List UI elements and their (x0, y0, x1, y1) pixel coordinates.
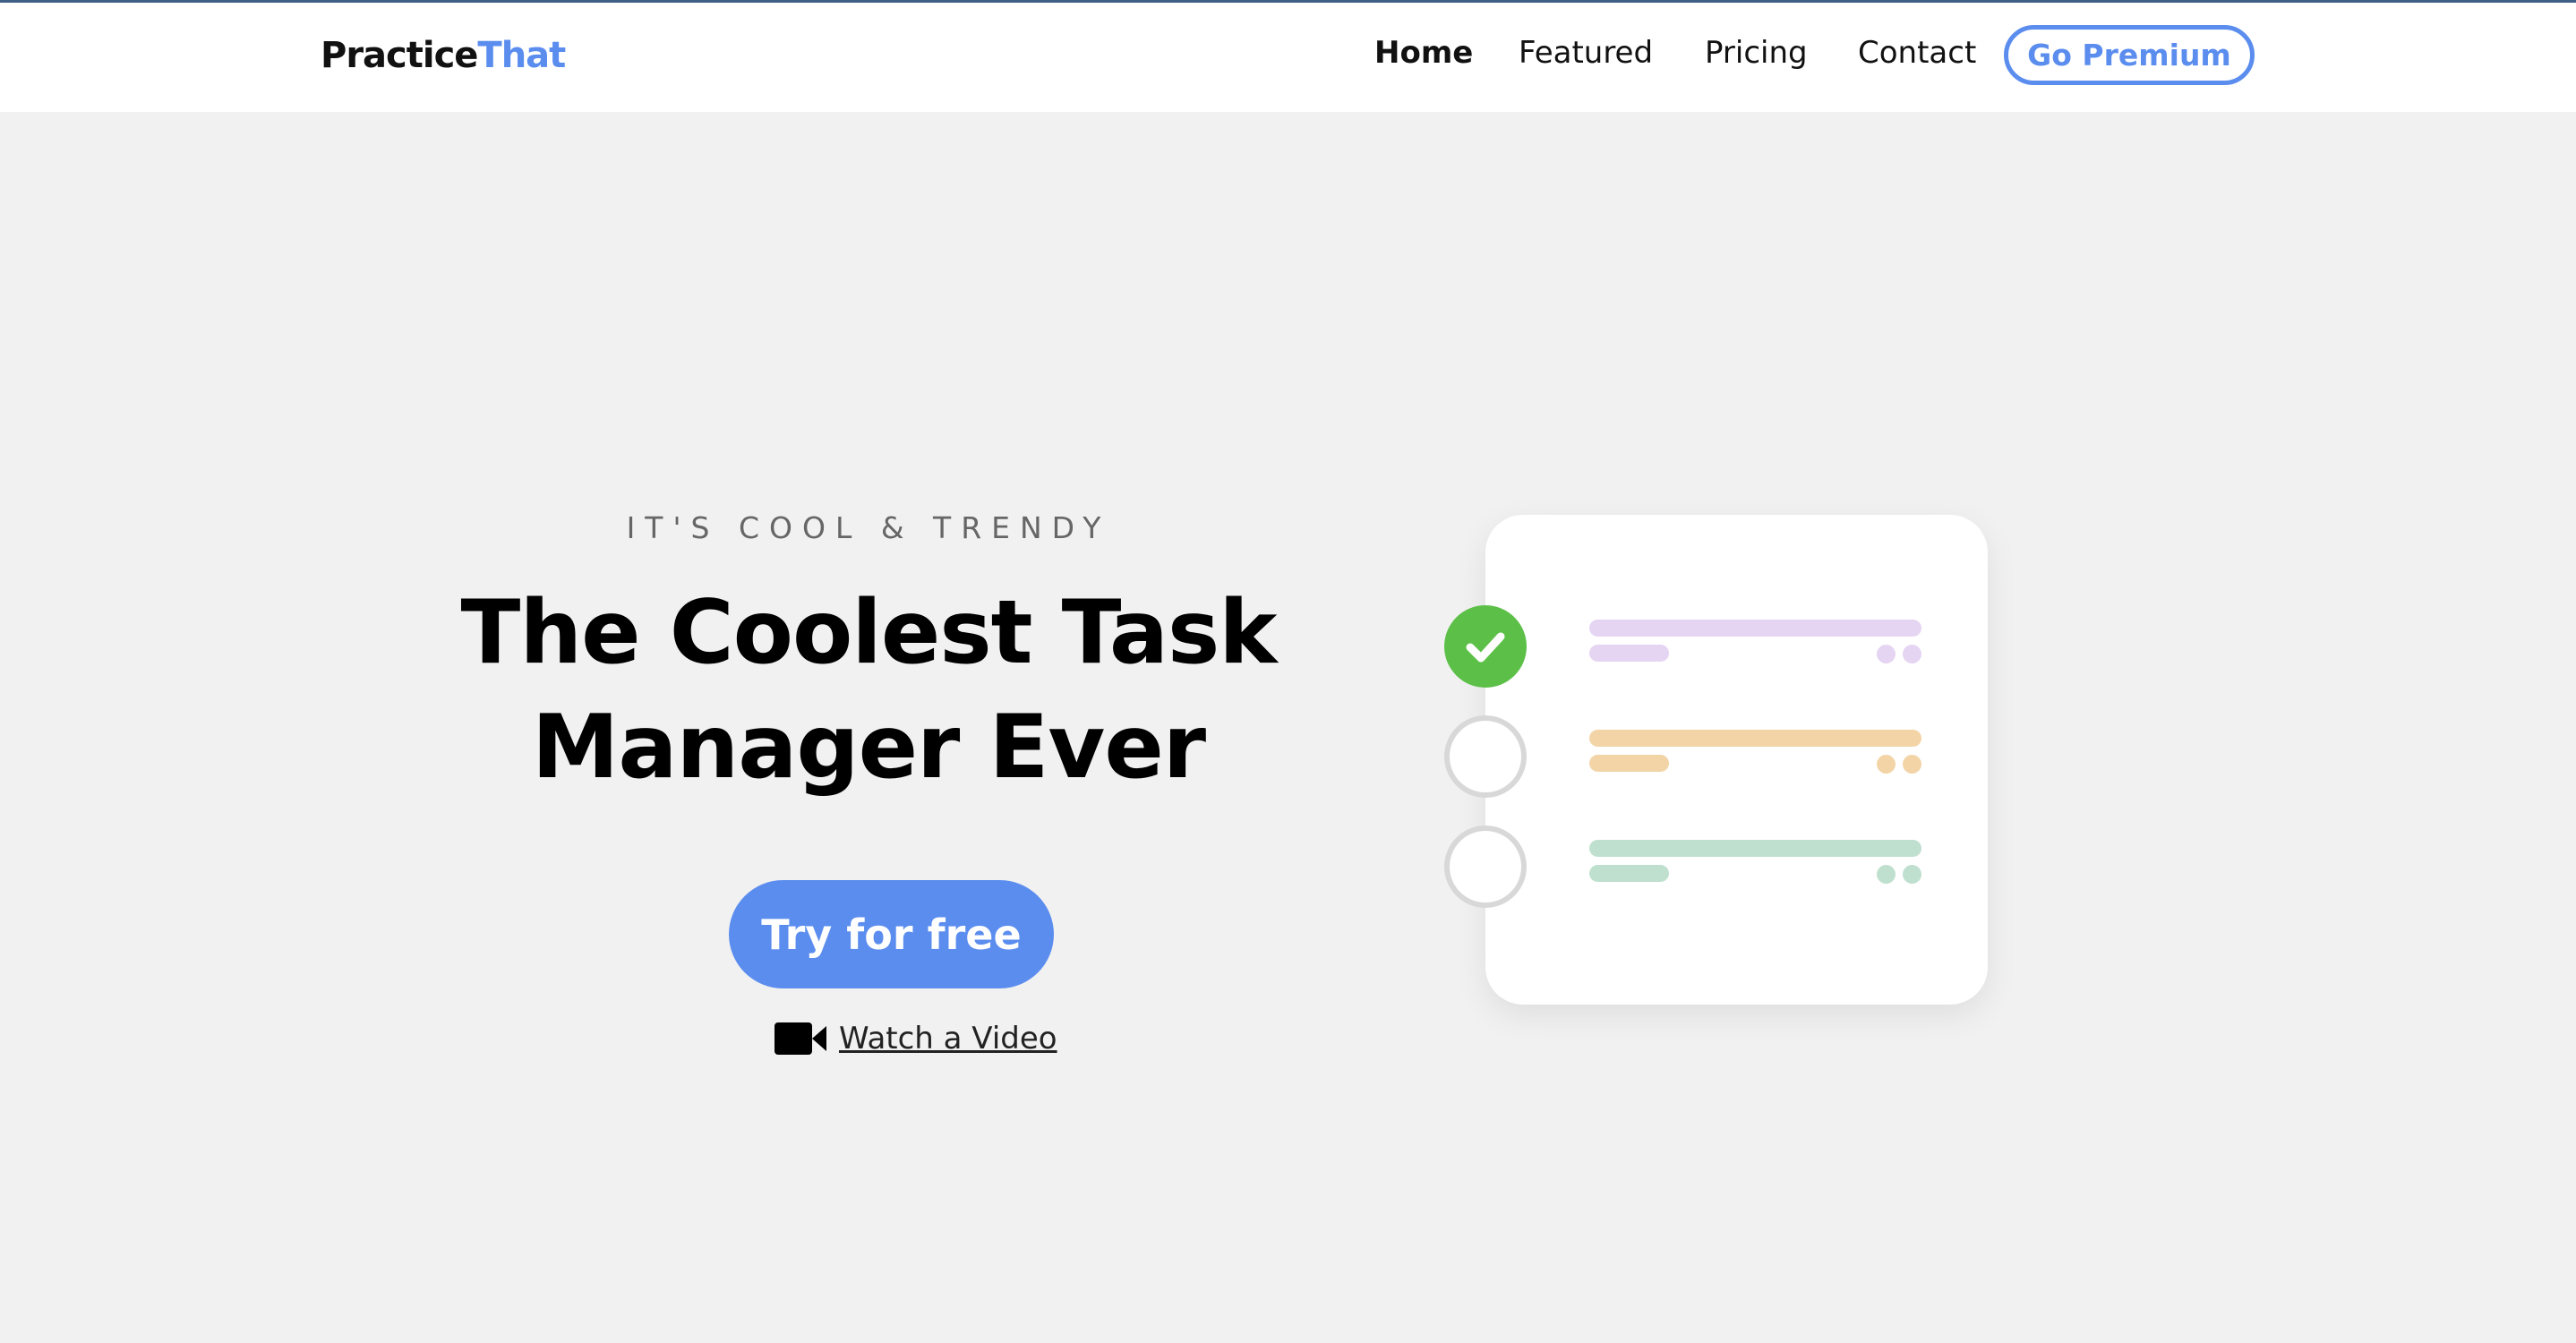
video-camera-icon (775, 1022, 826, 1055)
nav-item-contact[interactable]: Contact (1858, 35, 1976, 71)
checkmark-icon (1444, 605, 1527, 688)
logo-main-text: Practice (321, 35, 478, 76)
navbar: PracticeThat Home Featured Pricing Conta… (0, 3, 2576, 112)
nav-item-home[interactable]: Home (1374, 35, 1473, 71)
hero-headline: The Coolest Task Manager Ever (412, 576, 1325, 805)
task-title-bar (1589, 620, 1921, 637)
task-list-illustration (1444, 515, 1988, 1005)
watch-video-label: Watch a Video (839, 1021, 1057, 1056)
task-dot (1877, 865, 1896, 884)
task-dot (1877, 645, 1896, 663)
task-meta-bar (1589, 865, 1669, 882)
task-title-bar (1589, 730, 1921, 747)
task-meta-bar (1589, 645, 1669, 662)
hero-headline-line-1: The Coolest Task (460, 582, 1278, 684)
logo[interactable]: PracticeThat (321, 35, 566, 76)
try-for-free-button[interactable]: Try for free (729, 880, 1054, 988)
logo-accent-text: That (477, 35, 566, 76)
task-dot (1877, 755, 1896, 774)
empty-circle-icon (1444, 825, 1527, 908)
task-item (1444, 605, 1988, 688)
hero-headline-line-2: Manager Ever (531, 697, 1206, 799)
task-dot (1903, 755, 1921, 774)
watch-video-link[interactable]: Watch a Video (775, 1017, 1057, 1060)
hero-eyebrow: IT'S COOL & TRENDY (626, 510, 1111, 545)
nav-item-featured[interactable]: Featured (1519, 35, 1653, 71)
nav-item-pricing[interactable]: Pricing (1705, 35, 1808, 71)
go-premium-button[interactable]: Go Premium (2004, 25, 2255, 85)
task-dot (1903, 645, 1921, 663)
task-dot (1903, 865, 1921, 884)
task-title-bar (1589, 840, 1921, 857)
task-item (1444, 715, 1988, 798)
task-meta-bar (1589, 755, 1669, 772)
empty-circle-icon (1444, 715, 1527, 798)
task-item (1444, 825, 1988, 908)
hero-text: IT'S COOL & TRENDY The Coolest Task Mana… (412, 510, 1325, 805)
